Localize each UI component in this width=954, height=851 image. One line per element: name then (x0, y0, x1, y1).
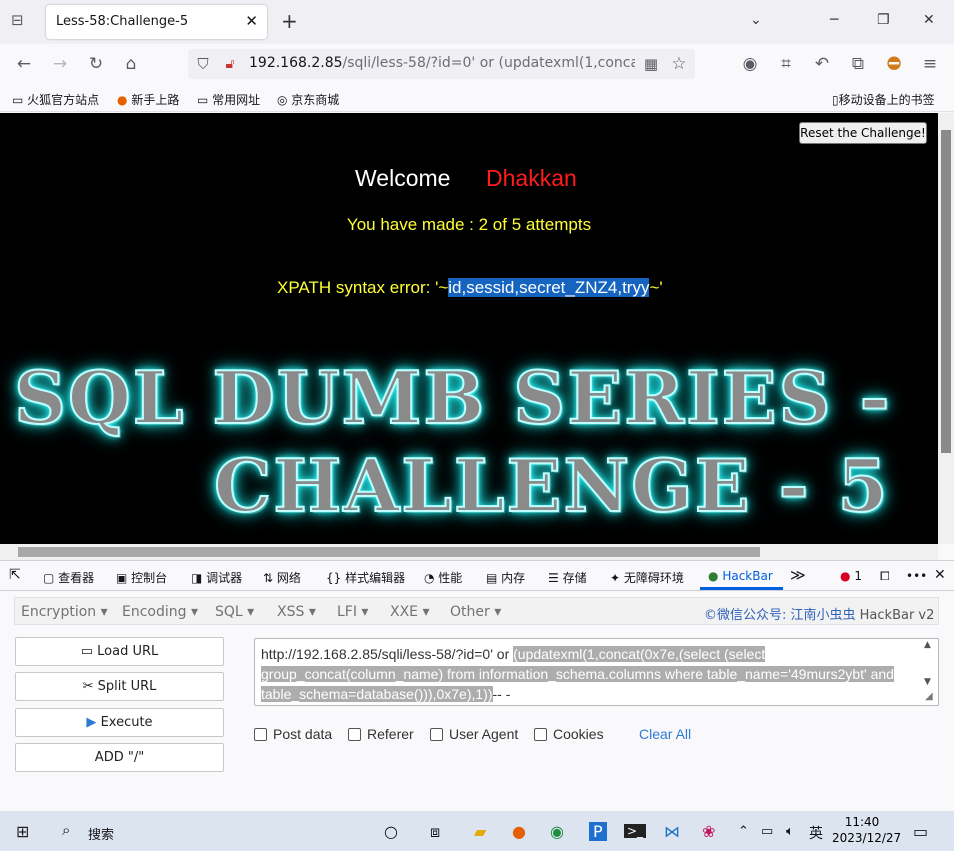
maximize-button[interactable]: ❐ (877, 12, 890, 28)
split-url-button[interactable]: ✂ Split URL (15, 672, 224, 701)
ime-indicator[interactable]: 英 (809, 823, 823, 843)
minimize-button[interactable]: ─ (830, 12, 838, 28)
devtools-toolbar: ⇱ ▢ 查看器 ▣ 控制台 ◨ 调试器 ⇅ 网络 {} 样式编辑器 ◔ 性能 ▤… (0, 560, 954, 591)
horizontal-scroll-thumb[interactable] (18, 547, 760, 557)
menu-sql[interactable]: SQL ▾ (215, 604, 254, 620)
element-picker-icon[interactable]: ⇱ (9, 567, 21, 583)
execute-button[interactable]: ▶ Execute (15, 708, 224, 737)
banner-line-1: SQL DUMB SERIES - (13, 354, 892, 441)
clear-all-link[interactable]: Clear All (639, 726, 691, 742)
tab-accessibility[interactable]: ✦ 无障碍环境 (610, 569, 684, 586)
menu-icon[interactable]: ≡ (919, 53, 941, 75)
screenshot-icon[interactable]: ⌗ (775, 53, 797, 75)
terminal-icon[interactable]: >_ (624, 824, 647, 838)
menu-other[interactable]: Other ▾ (450, 604, 501, 620)
tray-chevron-icon[interactable]: ⌃ (738, 824, 749, 839)
volume-icon[interactable]: 🔈︎ (786, 824, 794, 839)
menu-xxe[interactable]: XXE ▾ (390, 604, 430, 620)
attempts-text: You have made : 2 of 5 attempts (346, 215, 592, 234)
dock-icon[interactable]: ⧠ (880, 569, 890, 584)
reset-challenge-button[interactable]: Reset the Challenge! (799, 122, 927, 144)
tab-bar: ⊟ Less-58:Challenge-5 ✕ + ⌄ ─ ❐ ✕ (0, 0, 954, 44)
search-icon[interactable]: ⌕ (62, 821, 70, 839)
url-text[interactable]: 192.168.2.85/sqli/less-58/?id=0' or (upd… (249, 55, 635, 71)
bookmark-star-icon[interactable]: ☆ (668, 53, 690, 75)
bookmark-item[interactable]: ▭ 常用网址 (197, 91, 260, 108)
windows-start-icon[interactable]: ⊞ (16, 822, 29, 841)
devtools-menu-icon[interactable]: ••• (906, 569, 927, 583)
menu-lfi[interactable]: LFI ▾ (337, 604, 368, 620)
chrome-icon[interactable]: ◉ (550, 822, 564, 841)
more-tabs-icon[interactable]: ≫ (790, 566, 806, 584)
page-content: Reset the Challenge! Welcome Dhakkan You… (0, 113, 938, 544)
close-window-button[interactable]: ✕ (923, 12, 935, 28)
firefox-icon[interactable]: ● (512, 822, 526, 841)
textarea-resize-icon[interactable]: ◢ (925, 691, 933, 702)
taskbar-clock[interactable]: 11:40 2023/12/27 (832, 814, 901, 846)
bookmark-item[interactable]: ◎ 京东商城 (277, 91, 339, 108)
tab-close-icon[interactable]: ✕ (245, 12, 258, 30)
xpath-error: XPATH syntax error: '~id,sessid,secret_Z… (277, 278, 663, 297)
tab-hackbar[interactable]: ● HackBar (708, 569, 773, 583)
extensions-icon[interactable]: ⧉ (847, 53, 869, 75)
insecure-lock-icon[interactable]: 🔓︎ (219, 53, 241, 75)
addon-icon[interactable]: ⛔︎ (883, 53, 905, 75)
tab-performance[interactable]: ◔ 性能 (424, 569, 462, 586)
tab-storage[interactable]: ☰ 存储 (548, 569, 587, 586)
bookmark-item[interactable]: ● 新手上路 (117, 91, 179, 108)
tab-style-editor[interactable]: {} 样式编辑器 (326, 569, 405, 586)
tab-inspector[interactable]: ▢ 查看器 (43, 569, 94, 586)
tab-console[interactable]: ▣ 控制台 (116, 569, 167, 586)
hackbar-credit: ©微信公众号: 江南小虫虫 HackBar v2 (704, 608, 935, 623)
bookmark-item[interactable]: ▭ 火狐官方站点 (12, 91, 99, 108)
app-icon[interactable]: ❀ (702, 822, 715, 841)
textarea-scroll-up-icon[interactable]: ▲ (924, 640, 931, 650)
account-icon[interactable]: ◉ (739, 53, 761, 75)
tab-network[interactable]: ⇅ 网络 (263, 569, 301, 586)
user-name: Dhakkan (486, 165, 577, 191)
xpath-selected-text: id,sessid,secret_ZNZ4,tryy (448, 278, 650, 297)
tab-debugger[interactable]: ◨ 调试器 (191, 569, 242, 586)
vertical-scroll-thumb[interactable] (941, 130, 951, 453)
home-icon[interactable]: ⌂ (120, 53, 142, 75)
post-data-checkbox[interactable]: Post data (254, 726, 332, 742)
reload-icon[interactable]: ↻ (85, 53, 107, 75)
cookies-checkbox[interactable]: Cookies (534, 726, 604, 742)
hackbar-url-input[interactable]: http://192.168.2.85/sqli/less-58/?id=0' … (254, 638, 939, 706)
error-count[interactable]: ● 1 (840, 569, 862, 583)
tab-memory[interactable]: ▤ 内存 (486, 569, 525, 586)
pycharm-icon[interactable]: P (589, 822, 607, 841)
add-slash-button[interactable]: ADD "/" (15, 743, 224, 772)
menu-encryption[interactable]: Encryption ▾ (21, 604, 108, 620)
tab-title: Less-58:Challenge-5 (56, 14, 189, 29)
list-all-tabs-icon[interactable]: ⌄ (750, 12, 762, 28)
qr-code-icon[interactable]: ▦ (640, 53, 662, 75)
tab-active[interactable]: Less-58:Challenge-5 ✕ (46, 5, 267, 39)
devtools-close-icon[interactable]: ✕ (934, 567, 946, 583)
banner-line-2: CHALLENGE - 5 (213, 442, 890, 529)
taskbar-search[interactable]: 搜索 (88, 824, 114, 843)
network-icon[interactable]: ▭ (761, 824, 773, 839)
forward-icon[interactable]: → (49, 53, 71, 75)
bookmarks-bar: ▭ 火狐官方站点 ● 新手上路 ▭ 常用网址 ◎ 京东商城 ▯移动设备上的书签 (0, 86, 954, 112)
new-tab-button[interactable]: + (281, 9, 298, 33)
active-tab-indicator (700, 587, 783, 590)
textarea-scroll-down-icon[interactable]: ▼ (924, 677, 931, 687)
menu-xss[interactable]: XSS ▾ (277, 604, 316, 620)
shield-icon[interactable]: ⛉ (192, 53, 214, 75)
undo-icon[interactable]: ↶ (811, 53, 833, 75)
vscode-icon[interactable]: ⋈ (664, 822, 680, 841)
referer-checkbox[interactable]: Referer (348, 726, 414, 742)
widgets-icon[interactable]: ⧈ (430, 822, 440, 842)
user-agent-checkbox[interactable]: User Agent (430, 726, 518, 742)
back-icon[interactable]: ← (13, 53, 35, 75)
welcome-text: Welcome (355, 165, 451, 191)
load-url-button[interactable]: ▭ Load URL (15, 637, 224, 666)
notification-icon[interactable]: ▭ (913, 822, 928, 841)
bookmark-item[interactable]: ▯移动设备上的书签 (832, 91, 935, 108)
file-explorer-icon[interactable]: ▰ (474, 822, 486, 841)
tab-list-icon[interactable]: ⊟ (11, 11, 24, 29)
menu-encoding[interactable]: Encoding ▾ (122, 604, 198, 620)
task-view-icon[interactable]: ○ (384, 822, 398, 841)
